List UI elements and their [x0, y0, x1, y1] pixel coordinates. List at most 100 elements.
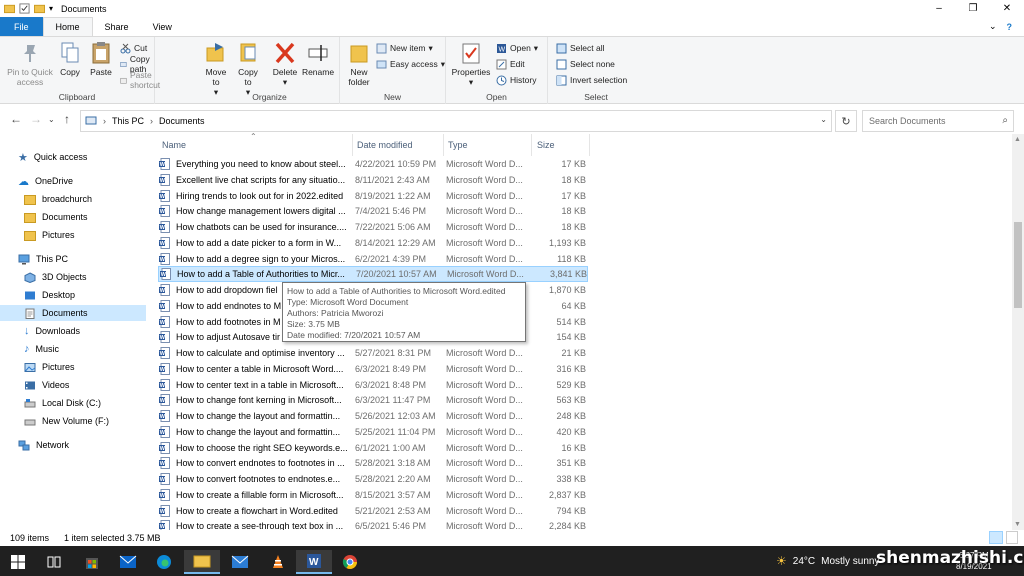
maximize-button[interactable]: ❐: [956, 0, 990, 17]
pin-to-quick-access-button[interactable]: Pin to Quick access: [4, 41, 56, 87]
tab-view[interactable]: View: [141, 17, 184, 36]
file-row[interactable]: W How to convert endnotes to footnotes in…: [158, 455, 588, 471]
file-row[interactable]: W How to choose the right SEO keywords.e.…: [158, 440, 588, 456]
file-row[interactable]: W How to calculate and optimise inventory…: [158, 345, 588, 361]
start-button[interactable]: [0, 550, 36, 574]
nav-quick-access[interactable]: ★ Quick access: [18, 149, 87, 165]
nav-videos[interactable]: Videos: [24, 377, 69, 393]
taskbar-edge[interactable]: [146, 550, 182, 574]
search-input[interactable]: Search Documents ⌕: [862, 110, 1014, 132]
easy-access-button[interactable]: Easy access ▾: [376, 57, 445, 71]
history-button[interactable]: History: [496, 73, 536, 87]
taskbar-store[interactable]: [74, 550, 110, 574]
nav-new-volume[interactable]: New Volume (F:): [24, 413, 109, 429]
breadcrumb-this-pc[interactable]: This PC: [112, 116, 144, 126]
invert-selection-button[interactable]: Invert selection: [556, 73, 627, 87]
file-row[interactable]: W How to center text in a table in Micros…: [158, 377, 588, 393]
copy-to-button[interactable]: Copy to ▾: [234, 41, 262, 97]
nav-onedrive-documents[interactable]: Documents: [24, 209, 88, 225]
nav-network[interactable]: Network: [18, 437, 69, 453]
new-item-button[interactable]: New item ▾: [376, 41, 433, 55]
properties-button[interactable]: Properties ▾: [450, 41, 492, 87]
paste-button[interactable]: Paste: [88, 41, 114, 77]
open-button[interactable]: W Open ▾: [496, 41, 538, 55]
file-row[interactable]: W How change management lowers digital ..…: [158, 203, 588, 219]
breadcrumb-documents[interactable]: Documents: [159, 116, 205, 126]
up-arrow-icon[interactable]: ↑: [64, 112, 70, 126]
file-row[interactable]: W How to change the layout and formattin.…: [158, 424, 588, 440]
file-row[interactable]: W How to create a flowchart in Word.edite…: [158, 503, 588, 519]
file-row[interactable]: W How to create a fillable form in Micros…: [158, 487, 588, 503]
cut-button[interactable]: Cut: [120, 41, 147, 55]
nav-onedrive-pictures[interactable]: Pictures: [24, 227, 75, 243]
breadcrumb-chevron-icon[interactable]: ›: [103, 116, 106, 126]
tab-share[interactable]: Share: [93, 17, 141, 36]
forward-arrow-icon[interactable]: →: [30, 112, 42, 126]
collapse-ribbon-icon[interactable]: ⌄: [989, 21, 997, 32]
column-header-type[interactable]: Type: [448, 140, 468, 150]
nav-broadchurch[interactable]: broadchurch: [24, 191, 92, 207]
column-divider[interactable]: [352, 134, 353, 156]
copy-button[interactable]: Copy: [58, 41, 82, 77]
large-icons-view-button[interactable]: [1006, 531, 1018, 544]
back-arrow-icon[interactable]: ←: [10, 112, 22, 126]
vertical-scrollbar[interactable]: ▲ ▼: [1012, 134, 1024, 530]
file-row[interactable]: W How to add a Table of Authorities to Mi…: [158, 266, 588, 283]
taskbar-chrome[interactable]: [332, 550, 368, 574]
move-to-button[interactable]: Move to ▾: [202, 41, 230, 97]
tab-file[interactable]: File: [0, 17, 43, 36]
details-view-button[interactable]: [989, 531, 1003, 544]
scrollbar-thumb[interactable]: [1014, 222, 1022, 308]
taskbar-vlc[interactable]: [260, 550, 296, 574]
file-row[interactable]: W How to change font kerning in Microsoft…: [158, 392, 588, 408]
new-folder-button[interactable]: New folder: [344, 41, 374, 87]
properties-quick-icon[interactable]: [19, 3, 30, 14]
nav-documents[interactable]: Documents: [0, 305, 146, 321]
select-all-button[interactable]: Select all: [556, 41, 605, 55]
task-view-button[interactable]: [36, 550, 72, 574]
new-folder-quick-icon[interactable]: [34, 3, 45, 14]
file-row[interactable]: W How to center a table in Microsoft Word…: [158, 361, 588, 377]
column-divider[interactable]: [531, 134, 532, 156]
nav-music[interactable]: ♪ Music: [24, 341, 59, 357]
address-bar[interactable]: › This PC › Documents ⌄: [80, 110, 832, 132]
file-row[interactable]: W How to add a date picker to a form in W…: [158, 235, 588, 251]
copy-path-button[interactable]: Copy path: [120, 54, 154, 74]
column-header-date[interactable]: Date modified: [357, 140, 413, 150]
select-none-button[interactable]: Select none: [556, 57, 615, 71]
nav-3d-objects[interactable]: 3D Objects: [24, 269, 87, 285]
nav-this-pc[interactable]: This PC: [18, 251, 68, 267]
file-row[interactable]: W How to convert footnotes to endnotes.e.…: [158, 471, 588, 487]
file-row[interactable]: W How to add a degree sign to your Micros…: [158, 251, 588, 267]
weather-widget[interactable]: ☀ 24°C Mostly sunny: [776, 554, 879, 568]
nav-pictures[interactable]: Pictures: [24, 359, 75, 375]
column-header-name[interactable]: Name: [162, 140, 186, 150]
taskbar-word[interactable]: W: [296, 550, 332, 574]
nav-desktop[interactable]: Desktop: [24, 287, 75, 303]
file-row[interactable]: W Excellent live chat scripts for any sit…: [158, 172, 588, 188]
scroll-up-icon[interactable]: ▲: [1014, 136, 1021, 143]
column-header-size[interactable]: Size: [537, 140, 555, 150]
customize-quick-access-icon[interactable]: ▾: [49, 4, 53, 13]
recent-locations-icon[interactable]: ⌄: [48, 115, 55, 124]
file-row[interactable]: W How chatbots can be used for insurance.…: [158, 219, 588, 235]
help-icon[interactable]: ?: [1007, 22, 1013, 32]
close-button[interactable]: ✕: [990, 0, 1024, 17]
rename-button[interactable]: Rename: [302, 41, 334, 77]
scroll-down-icon[interactable]: ▼: [1014, 521, 1021, 528]
tab-home[interactable]: Home: [42, 17, 93, 36]
file-row[interactable]: W How to change the layout and formattin.…: [158, 408, 588, 424]
taskbar-mail[interactable]: [110, 550, 146, 574]
refresh-button[interactable]: ↻: [835, 110, 857, 132]
file-row[interactable]: W Hiring trends to look out for in 2022.e…: [158, 188, 588, 204]
file-row[interactable]: W Everything you need to know about steel…: [158, 156, 588, 172]
nav-downloads[interactable]: ↓ Downloads: [24, 323, 80, 339]
taskbar-mail-2[interactable]: [222, 550, 258, 574]
nav-onedrive[interactable]: ☁ OneDrive: [18, 173, 73, 189]
taskbar-file-explorer[interactable]: [184, 550, 220, 574]
minimize-button[interactable]: –: [922, 0, 956, 17]
delete-button[interactable]: Delete ▾: [270, 41, 300, 87]
column-divider[interactable]: [443, 134, 444, 156]
column-divider[interactable]: [589, 134, 590, 156]
paste-shortcut-button[interactable]: Paste shortcut: [120, 70, 164, 90]
